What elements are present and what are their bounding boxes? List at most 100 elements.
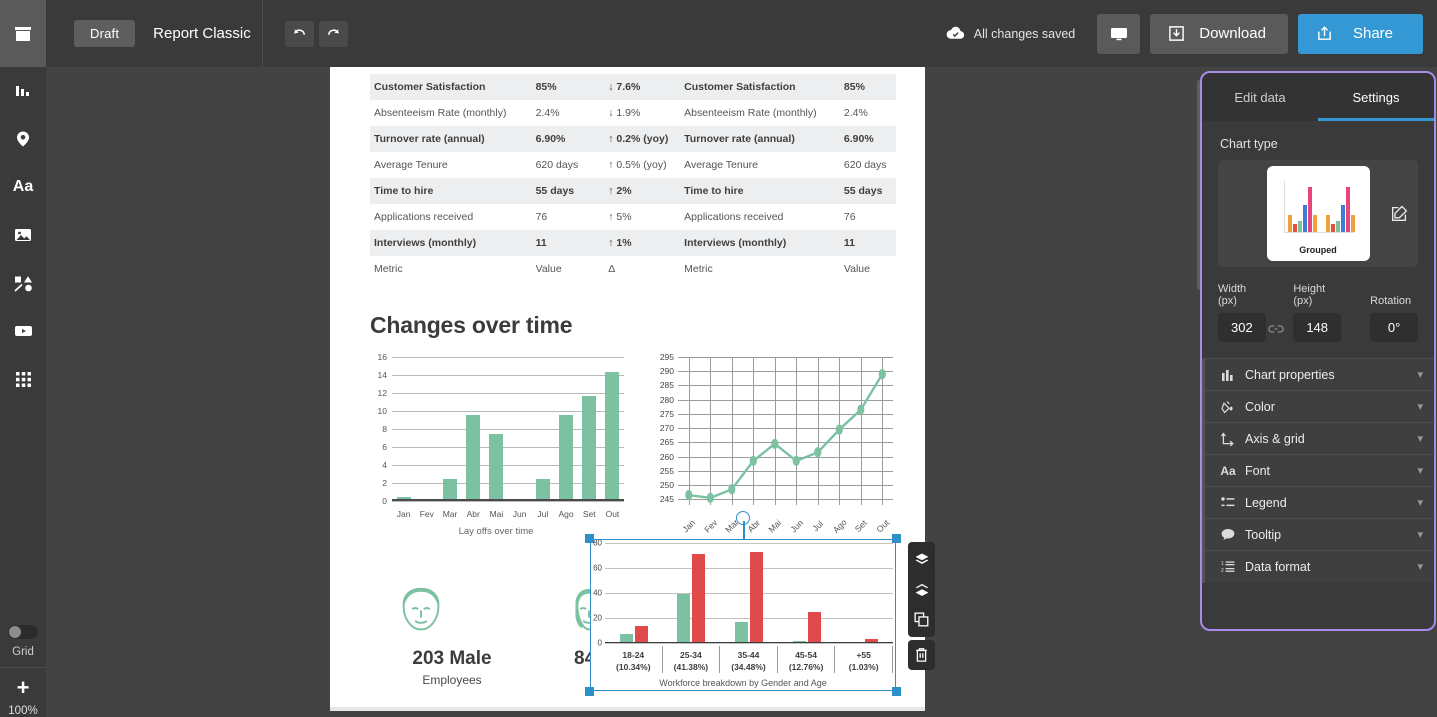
table-cell: ↑ 2%	[604, 178, 680, 204]
height-label: Height (px)	[1293, 283, 1341, 307]
gridline	[392, 501, 624, 502]
document-title[interactable]: Report Classic	[153, 25, 251, 42]
table-cell: ↑ 1%	[604, 230, 680, 256]
cloud-check-icon	[946, 26, 965, 41]
chevron-down-icon[interactable]: ▾	[1417, 528, 1423, 541]
line-chart-x-labels: JanFevMarAbrMaiJunJulAgoSetOut	[678, 521, 893, 531]
send-to-back-button[interactable]	[908, 577, 935, 602]
rotation-input[interactable]: 0°	[1370, 313, 1418, 342]
chart-type-thumbnail[interactable]: Grouped	[1267, 166, 1370, 261]
thumbnail-bar-group	[1326, 187, 1355, 232]
table-cell: ↑ 5%	[604, 204, 680, 230]
accordion-row-chart-properties[interactable]: Chart properties▾	[1202, 358, 1434, 390]
layoffs-bar-chart[interactable]: 0246810121416 JanFevMarAbrMaiJunJulAgoSe…	[368, 357, 624, 562]
resize-handle-top-right[interactable]	[892, 534, 901, 543]
redo-button[interactable]	[319, 21, 348, 47]
table-cell: Average Tenure	[370, 152, 532, 178]
bring-to-front-button[interactable]	[908, 547, 935, 572]
sidebar-item-charts[interactable]	[0, 67, 46, 115]
y-axis-tick: 6	[382, 442, 387, 452]
chevron-down-icon[interactable]: ▾	[1417, 432, 1423, 445]
apps-grid-icon	[15, 371, 32, 388]
app-logo-button[interactable]	[0, 0, 46, 67]
x-axis-tick: Jun	[785, 515, 807, 537]
accordion-row-data-format[interactable]: 12Data format▾	[1202, 550, 1434, 582]
tab-settings[interactable]: Settings	[1318, 73, 1434, 121]
thumbnail-bar	[1313, 215, 1317, 232]
chevron-down-icon[interactable]: ▾	[1417, 368, 1423, 381]
accordion-label: Legend	[1245, 496, 1408, 510]
y-axis-tick: 10	[378, 406, 387, 416]
edit-chart-type-button[interactable]	[1388, 203, 1410, 225]
sidebar-item-apps[interactable]	[0, 355, 46, 403]
rotation-label: Rotation	[1370, 295, 1418, 307]
table-cell: 76	[532, 204, 605, 230]
y-axis-tick: 250	[660, 480, 674, 490]
table-cell: Time to hire	[680, 178, 840, 204]
y-axis-tick: 14	[378, 370, 387, 380]
status-badge[interactable]: Draft	[74, 20, 135, 47]
trash-icon	[914, 647, 929, 663]
chart-type-card[interactable]: Grouped	[1218, 160, 1418, 267]
app-root: Draft Report Classic	[0, 0, 1437, 717]
resize-handle-bottom-left[interactable]	[585, 687, 594, 696]
height-input[interactable]: 148	[1293, 313, 1341, 342]
delete-button[interactable]	[908, 640, 935, 670]
sidebar-item-video[interactable]	[0, 307, 46, 355]
link-dimensions-button[interactable]	[1266, 324, 1285, 342]
accordion-accent-bar	[1202, 359, 1205, 391]
chevron-down-icon[interactable]: ▾	[1417, 400, 1423, 413]
download-button[interactable]: Download	[1150, 14, 1288, 54]
accordion-row-color[interactable]: Color▾	[1202, 390, 1434, 422]
y-axis-tick: 4	[382, 460, 387, 470]
table-row: Turnover rate (annual)6.90%↑ 0.2% (yoy)T…	[370, 126, 896, 152]
thumbnail-bar	[1351, 215, 1355, 232]
bar-slot	[578, 357, 601, 501]
top-toolbar: Draft Report Classic	[0, 0, 1437, 67]
selected-chart-workforce[interactable]: 020406080 18-24(10.34%)25-34(41.38%)35-4…	[590, 539, 896, 691]
rotation-field-group: Rotation 0°	[1370, 295, 1418, 342]
chevron-down-icon[interactable]: ▾	[1417, 496, 1423, 509]
chevron-down-icon[interactable]: ▾	[1417, 464, 1423, 477]
accordion-row-legend[interactable]: Legend ▾	[1202, 486, 1434, 518]
zoom-level-label[interactable]: 100%	[8, 705, 37, 717]
x-axis-tick: Set	[850, 515, 872, 537]
thumbnail-y-axis	[1284, 181, 1285, 233]
x-axis-tick: Jan	[392, 509, 415, 519]
chevron-down-icon[interactable]: ▾	[1417, 560, 1423, 573]
y-axis-tick: 260	[660, 452, 674, 462]
accordion-row-font[interactable]: AaFont▾	[1202, 454, 1434, 486]
thumbnail-bar	[1336, 221, 1340, 232]
table-cell: Interviews (monthly)	[680, 230, 840, 256]
table-cell: ↓ 1.9%	[604, 100, 680, 126]
redo-arrow-icon	[326, 26, 341, 41]
employees-line-chart[interactable]: 245250255260265270275280285290295 JanFev…	[652, 357, 895, 562]
resize-handle-bottom-right[interactable]	[892, 687, 901, 696]
table-row: MetricValueΔMetricValue	[370, 256, 896, 282]
sidebar-item-maps[interactable]	[0, 115, 46, 163]
sidebar-item-shapes[interactable]	[0, 259, 46, 307]
sidebar-item-text[interactable]: Aa	[0, 163, 46, 211]
accordion-row-axis-grid[interactable]: Axis & grid▾	[1202, 422, 1434, 454]
table-cell: Value	[532, 256, 605, 282]
share-button[interactable]: Share	[1298, 14, 1423, 54]
svg-text:2: 2	[1221, 568, 1224, 573]
male-employees-stat[interactable]: 203 Male Employees	[392, 584, 512, 687]
grid-toggle[interactable]	[8, 625, 38, 639]
duplicate-button[interactable]	[908, 607, 935, 632]
present-button[interactable]	[1097, 14, 1140, 54]
zoom-in-button[interactable]: +	[17, 680, 30, 696]
resize-handle-top-left[interactable]	[585, 534, 594, 543]
sidebar-item-images[interactable]	[0, 211, 46, 259]
thumbnail-bar	[1288, 215, 1292, 232]
tab-edit-data[interactable]: Edit data	[1202, 73, 1318, 121]
x-axis-tick: Ago	[828, 515, 850, 537]
undo-button[interactable]	[285, 21, 314, 47]
accordion-row-tooltip[interactable]: Tooltip▾	[1202, 518, 1434, 550]
rotation-handle[interactable]	[736, 511, 750, 525]
bring-to-front-icon	[914, 552, 930, 568]
y-axis-tick: 2	[382, 478, 387, 488]
x-axis-tick: Abr	[462, 509, 485, 519]
width-input[interactable]: 302	[1218, 313, 1266, 342]
thumbnail-bar	[1341, 205, 1345, 232]
